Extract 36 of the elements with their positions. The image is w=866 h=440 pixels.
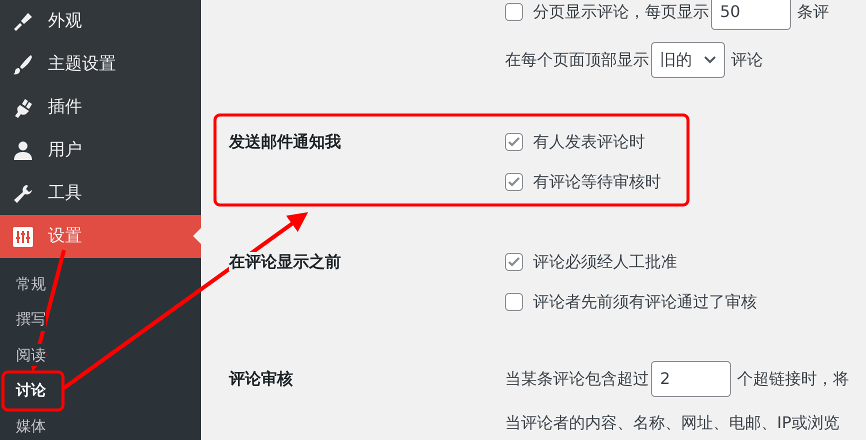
select-dropdown[interactable]: 旧的 [651,42,725,78]
submenu-item[interactable]: 阅读 [16,344,46,366]
field-label: 评论 [731,49,763,71]
checkbox[interactable] [505,133,523,151]
number-field[interactable]: 2 [651,361,731,397]
checkbox-label: 评论者先前须有评论通过了审核 [533,291,757,313]
field-label: 当某条评论包含超过 [505,368,649,390]
description-text: 当评论者的内容、名称、网址、电邮、IP或浏览 [505,412,840,434]
paintbrush-icon [12,54,34,76]
sidebar-item[interactable]: 外观 [0,0,201,43]
field-label: 在每个页面顶部显示 [505,49,649,71]
setting-label: 评论审核 [229,369,293,388]
setting-label: 发送邮件通知我 [229,132,341,151]
checkbox[interactable] [505,253,523,271]
sidebar-item[interactable]: 插件 [0,86,201,129]
checkbox[interactable] [505,3,523,21]
checkbox-label: 分页显示评论，每页显示 [533,1,709,23]
sidebar-item[interactable]: 工具 [0,172,201,215]
checkbox[interactable] [505,173,523,191]
user-icon [12,140,34,162]
checkbox-label: 评论必须经人工批准 [533,251,677,273]
field-label: 个超链接时，将 [737,368,849,390]
number-field[interactable]: 50 [711,0,791,30]
setting-label: 在评论显示之前 [229,252,341,271]
brush-icon [12,10,34,32]
chevron-icon [704,56,716,64]
highlight-box [2,370,64,412]
plug-icon [12,96,34,118]
settings-icon [12,226,34,248]
field-label: 条评 [797,1,829,23]
checkbox[interactable] [505,293,523,311]
wrench-icon [12,182,34,204]
checkbox-label: 有评论等待审核时 [533,171,661,193]
checkbox-label: 有人发表评论时 [533,131,645,153]
sidebar-item[interactable]: 主题设置 [0,43,201,86]
sidebar-item[interactable]: 用户 [0,129,201,172]
